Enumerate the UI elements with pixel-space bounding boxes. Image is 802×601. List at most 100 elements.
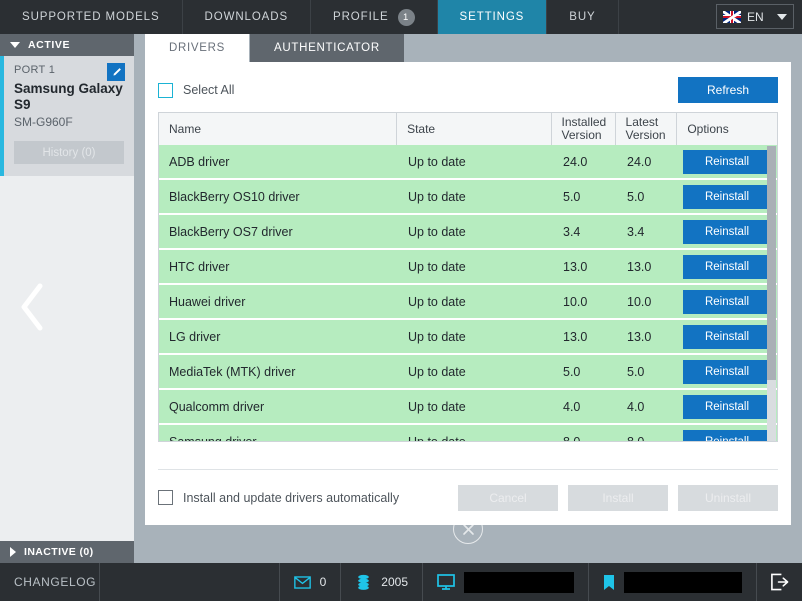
column-header-state[interactable]: State	[397, 113, 552, 145]
sidebar-collapse-button[interactable]	[18, 282, 46, 332]
nav-label: SUPPORTED MODELS	[22, 11, 160, 23]
language-label: EN	[747, 9, 764, 24]
nav-item-supported-models[interactable]: SUPPORTED MODELS	[0, 0, 183, 34]
device-card[interactable]: PORT 1 Samsung Galaxy S9 SM-G960F Histor…	[0, 56, 134, 176]
select-all-checkbox[interactable]	[158, 82, 173, 98]
driver-state: Up to date	[408, 224, 466, 239]
driver-options-cell: Reinstall	[679, 425, 777, 441]
table-scrollbar[interactable]	[767, 146, 776, 441]
status-credits[interactable]: 2005	[341, 563, 423, 601]
driver-name: HTC driver	[169, 259, 230, 274]
cancel-button[interactable]: Cancel	[458, 484, 558, 511]
driver-latest-version: 8.0	[617, 425, 679, 442]
reinstall-button[interactable]: Reinstall	[683, 429, 771, 441]
driver-name: Qualcomm driver	[169, 399, 265, 414]
driver-state: Up to date	[408, 399, 466, 414]
nav-label: SETTINGS	[459, 11, 525, 23]
coins-icon	[358, 574, 370, 590]
driver-name: ADB driver	[169, 154, 230, 169]
nav-item-settings[interactable]: SETTINGS	[437, 0, 548, 34]
mail-count: 0	[319, 575, 327, 589]
chevron-down-icon	[777, 13, 787, 20]
language-selector[interactable]: EN	[716, 4, 794, 29]
driver-latest-version: 13.0	[627, 259, 652, 274]
table-row[interactable]: BlackBerry OS7 driver Up to date 3.4 3.4 Rei…	[159, 215, 777, 250]
table-row[interactable]: Qualcomm driver Up to date 4.0 4.0 Reinstall	[159, 390, 777, 425]
sidebar: ACTIVE PORT 1 Samsung Galaxy S9 SM-G960F…	[0, 34, 134, 563]
reinstall-button[interactable]: Reinstall	[683, 219, 771, 244]
table-row[interactable]: MediaTek (MTK) driver Up to date 5.0 5.0 Rei…	[159, 355, 777, 390]
tab-authenticator[interactable]: AUTHENTICATOR	[250, 34, 404, 62]
column-header-name[interactable]: Name	[159, 113, 398, 145]
driver-options-cell: Reinstall	[679, 285, 777, 318]
device-model: SM-G960F	[14, 115, 73, 129]
driver-installed-version: 5.0	[563, 189, 581, 204]
driver-state: Up to date	[408, 329, 466, 344]
driver-options-cell: Reinstall	[679, 320, 777, 353]
driver-state: Up to date	[408, 154, 466, 169]
driver-installed-version: 3.4	[563, 224, 581, 239]
table-row[interactable]: Samsung driverUp to date8.08.0Reinstall	[159, 425, 777, 442]
monitor-icon	[437, 574, 455, 590]
driver-name: BlackBerry OS10 driver	[169, 189, 300, 204]
tab-bar: DRIVERS AUTHENTICATOR	[134, 34, 802, 62]
driver-latest-version: 24.0	[627, 154, 652, 169]
auto-update-checkbox[interactable]	[158, 490, 173, 505]
logout-icon	[771, 573, 789, 591]
profile-badge: 1	[397, 8, 415, 26]
select-all-label: Select All	[183, 83, 235, 97]
content-area: DRIVERS AUTHENTICATOR Select All Refresh…	[134, 34, 802, 563]
reinstall-button[interactable]: Reinstall	[683, 394, 771, 419]
column-header-installed-version[interactable]: Installed Version	[552, 113, 616, 145]
close-panel-button[interactable]	[453, 514, 483, 544]
tab-label: AUTHENTICATOR	[274, 42, 380, 54]
edit-device-button[interactable]	[107, 63, 125, 81]
reinstall-button[interactable]: Reinstall	[683, 254, 771, 279]
sidebar-inactive-label: INACTIVE (0)	[24, 546, 94, 558]
logout-button[interactable]	[757, 563, 802, 601]
status-spacer	[100, 563, 280, 601]
reinstall-button[interactable]: Reinstall	[683, 359, 771, 384]
uninstall-button[interactable]: Uninstall	[678, 484, 778, 511]
status-mail[interactable]: 0	[280, 563, 342, 601]
table-row[interactable]: HTC driver Up to date 13.0 13.0 Reinstall	[159, 250, 777, 285]
refresh-button[interactable]: Refresh	[678, 77, 778, 103]
status-machine[interactable]	[423, 563, 589, 601]
driver-name: LG driver	[169, 329, 221, 344]
status-account[interactable]	[589, 563, 757, 601]
driver-installed-version: 5.0	[563, 364, 581, 379]
column-header-latest-version[interactable]: Latest Version	[616, 113, 678, 145]
table-row[interactable]: BlackBerry OS10 driver Up to date 5.0 5.0 Re…	[159, 180, 777, 215]
tab-drivers[interactable]: DRIVERS	[145, 34, 250, 62]
driver-name: BlackBerry OS7 driver	[169, 224, 293, 239]
table-row[interactable]: ADB driver Up to date 24.0 24.0 Reinstall	[159, 145, 777, 180]
table-row[interactable]: LG driver Up to date 13.0 13.0 Reinstall	[159, 320, 777, 355]
sidebar-inactive-header[interactable]: INACTIVE (0)	[0, 541, 134, 563]
driver-installed-version: 8.0	[553, 425, 617, 442]
history-button[interactable]: History (0)	[14, 141, 124, 164]
driver-options-cell: Reinstall	[679, 215, 777, 248]
install-button[interactable]: Install	[568, 484, 668, 511]
reinstall-button[interactable]: Reinstall	[683, 289, 771, 314]
driver-latest-version: 5.0	[627, 189, 645, 204]
nav-item-downloads[interactable]: DOWNLOADS	[183, 0, 312, 34]
nav-item-profile[interactable]: PROFILE 1	[311, 0, 438, 34]
driver-options-cell: Reinstall	[679, 250, 777, 283]
reinstall-button[interactable]: Reinstall	[683, 184, 771, 209]
sidebar-active-header[interactable]: ACTIVE	[0, 34, 134, 56]
column-header-options: Options	[687, 121, 729, 136]
auto-update-label: Install and update drivers automatically	[183, 490, 400, 505]
machine-id-value	[464, 571, 574, 593]
changelog-button[interactable]: CHANGELOG	[0, 563, 100, 601]
chevron-left-icon	[21, 283, 43, 331]
driver-installed-version: 4.0	[563, 399, 581, 414]
nav-item-buy[interactable]: BUY	[547, 0, 619, 34]
table-scrollbar-thumb[interactable]	[767, 146, 776, 380]
reinstall-button[interactable]: Reinstall	[683, 324, 771, 349]
driver-state: Up to date	[408, 294, 466, 309]
table-row[interactable]: Huawei driver Up to date 10.0 10.0 Reinstall	[159, 285, 777, 320]
account-value	[624, 571, 742, 593]
uk-flag-icon	[723, 10, 741, 23]
driver-name: Huawei driver	[169, 294, 246, 309]
reinstall-button[interactable]: Reinstall	[683, 149, 771, 174]
